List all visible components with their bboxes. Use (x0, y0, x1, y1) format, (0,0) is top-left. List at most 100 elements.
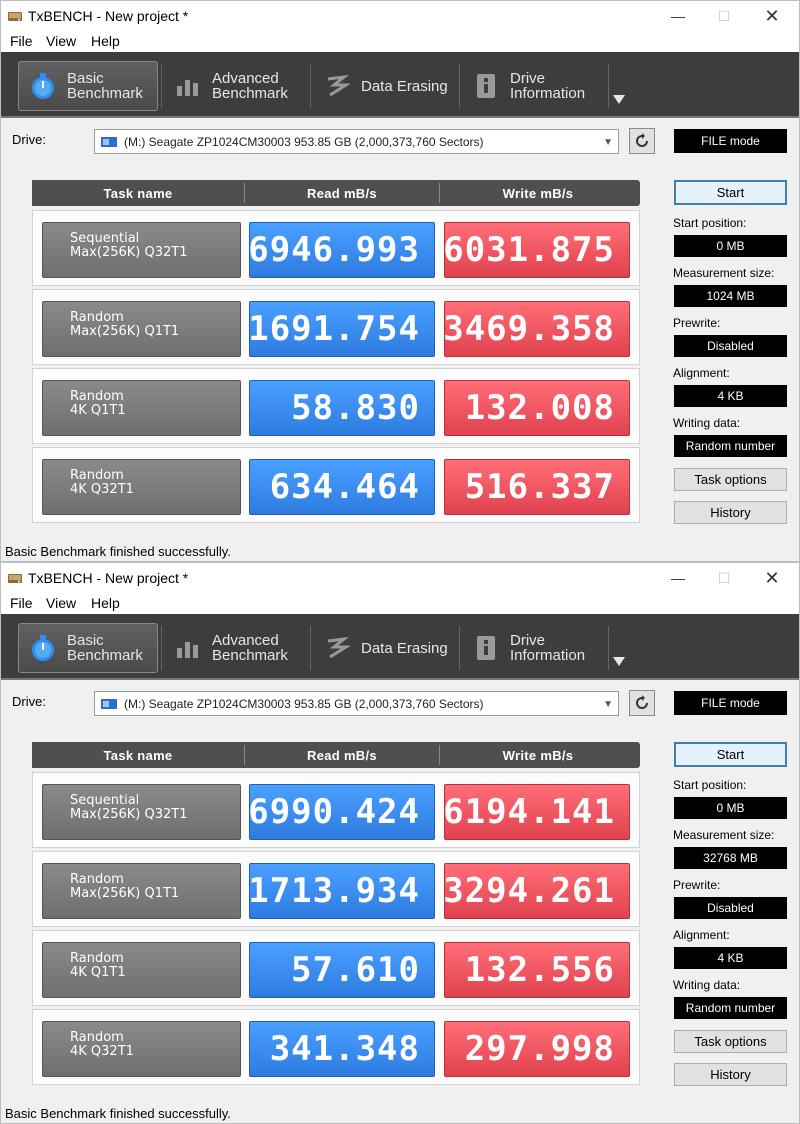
writing-data-value[interactable]: Random number (674, 997, 787, 1019)
tab-drive-information[interactable]: Drive Information (462, 623, 607, 673)
bar-chart-icon (172, 632, 204, 664)
alignment-value[interactable]: 4 KB (674, 947, 787, 969)
main-toolbar: Basic Benchmark Advanced Benchmark Data Er… (1, 52, 799, 118)
task-name-line1: Sequential (70, 793, 140, 808)
tab-drive-line2: Information (510, 85, 586, 102)
maximize-button[interactable]: ☐ (701, 563, 747, 593)
write-value: 132.556 (444, 942, 630, 998)
maximize-button[interactable]: ☐ (701, 1, 747, 31)
measurement-size-value[interactable]: 1024 MB (674, 285, 787, 307)
menu-view[interactable]: View (46, 33, 76, 49)
tab-basic-benchmark[interactable]: Basic Benchmark (18, 623, 158, 673)
history-button[interactable]: History (674, 1063, 787, 1086)
task-name-line1: Sequential (70, 231, 140, 246)
tab-data-erasing[interactable]: Data Erasing (313, 61, 458, 111)
eraser-icon (321, 632, 353, 664)
start-button[interactable]: Start (674, 180, 787, 205)
refresh-button[interactable] (629, 690, 655, 716)
task-name-line1: Random (70, 310, 124, 325)
tab-basic-line2: Benchmark (67, 85, 143, 102)
hdd-icon (101, 136, 117, 147)
drive-label: Drive: (12, 132, 46, 147)
tab-advanced-benchmark[interactable]: Advanced Benchmark (164, 61, 309, 111)
task-button-4k-q1[interactable]: Random 4K Q1T1 (42, 380, 241, 436)
menu-help[interactable]: Help (91, 595, 120, 611)
tab-basic-benchmark[interactable]: Basic Benchmark (18, 61, 158, 111)
task-button-rnd-q1[interactable]: Random Max(256K) Q1T1 (42, 863, 241, 919)
task-button-seq-q32[interactable]: Sequential Max(256K) Q32T1 (42, 222, 241, 278)
task-button-rnd-q1[interactable]: Random Max(256K) Q1T1 (42, 301, 241, 357)
title-bar: TxBENCH - New project * — ☐ ✕ (1, 563, 799, 593)
drive-select[interactable]: (M:) Seagate ZP1024CM30003 953.85 GB (2,… (94, 129, 619, 154)
task-name-line2: 4K Q1T1 (70, 403, 126, 418)
menu-file[interactable]: File (10, 33, 33, 49)
toolbar-divider (459, 626, 460, 670)
alignment-label: Alignment: (673, 928, 730, 942)
start-button[interactable]: Start (674, 742, 787, 767)
write-value: 516.337 (444, 459, 630, 515)
toolbar-divider (310, 64, 311, 108)
hdd-icon (101, 698, 117, 709)
write-value: 6194.141 (443, 784, 630, 840)
read-value: 341.348 (249, 1021, 435, 1077)
menu-view[interactable]: View (46, 595, 76, 611)
task-options-button[interactable]: Task options (674, 468, 787, 491)
refresh-button[interactable] (629, 128, 655, 154)
start-position-value[interactable]: 0 MB (674, 235, 787, 257)
measurement-size-value[interactable]: 32768 MB (674, 847, 787, 869)
task-button-4k-q1[interactable]: Random 4K Q1T1 (42, 942, 241, 998)
window-title: TxBENCH - New project * (28, 8, 189, 24)
alignment-label: Alignment: (673, 366, 730, 380)
tab-drive-information[interactable]: Drive Information (462, 61, 607, 111)
start-position-label: Start position: (673, 216, 747, 230)
measurement-size-label: Measurement size: (673, 828, 775, 842)
task-name-line2: Max(256K) Q1T1 (70, 886, 180, 901)
history-button[interactable]: History (674, 501, 787, 524)
toolbar-divider (608, 64, 609, 108)
prewrite-value[interactable]: Disabled (674, 897, 787, 919)
app-window-2: TxBENCH - New project * — ☐ ✕ File View … (0, 562, 800, 1124)
task-button-seq-q32[interactable]: Sequential Max(256K) Q32T1 (42, 784, 241, 840)
mode-indicator[interactable]: FILE mode (674, 691, 787, 715)
close-button[interactable]: ✕ (749, 1, 795, 31)
triangle-down-icon[interactable] (613, 95, 625, 104)
writing-data-value[interactable]: Random number (674, 435, 787, 457)
drive-select-value: (M:) Seagate ZP1024CM30003 953.85 GB (2,… (124, 134, 484, 149)
triangle-down-icon[interactable] (613, 657, 625, 666)
tab-drive-line2: Information (510, 647, 586, 664)
menu-file[interactable]: File (10, 595, 33, 611)
stopwatch-icon (27, 632, 59, 664)
write-value: 3294.261 (443, 863, 630, 919)
minimize-button[interactable]: — (655, 563, 701, 593)
start-position-label: Start position: (673, 778, 747, 792)
task-options-button[interactable]: Task options (674, 1030, 787, 1053)
task-button-4k-q32[interactable]: Random 4K Q32T1 (42, 459, 241, 515)
tab-advanced-benchmark[interactable]: Advanced Benchmark (164, 623, 309, 673)
header-task-name: Task name (32, 742, 244, 768)
task-name-line2: 4K Q32T1 (70, 482, 134, 497)
tab-data-erasing[interactable]: Data Erasing (313, 623, 458, 673)
toolbar-divider (310, 626, 311, 670)
alignment-value[interactable]: 4 KB (674, 385, 787, 407)
status-bar: Basic Benchmark finished successfully. (1, 543, 799, 561)
menu-help[interactable]: Help (91, 33, 120, 49)
toolbar-divider (161, 64, 162, 108)
prewrite-label: Prewrite: (673, 878, 721, 892)
task-button-4k-q32[interactable]: Random 4K Q32T1 (42, 1021, 241, 1077)
start-position-value[interactable]: 0 MB (674, 797, 787, 819)
read-value: 634.464 (249, 459, 435, 515)
drive-select[interactable]: (M:) Seagate ZP1024CM30003 953.85 GB (2,… (94, 691, 619, 716)
task-name-line2: Max(256K) Q32T1 (70, 245, 188, 260)
tab-advanced-line2: Benchmark (212, 647, 288, 664)
prewrite-value[interactable]: Disabled (674, 335, 787, 357)
close-button[interactable]: ✕ (749, 563, 795, 593)
mode-indicator[interactable]: FILE mode (674, 129, 787, 153)
eraser-icon (321, 70, 353, 102)
minimize-button[interactable]: — (655, 1, 701, 31)
drive-info-icon (470, 632, 502, 664)
stopwatch-icon (27, 70, 59, 102)
tab-erasing-label: Data Erasing (361, 77, 448, 95)
bar-chart-icon (172, 70, 204, 102)
drive-info-icon (470, 70, 502, 102)
read-value: 57.610 (249, 942, 435, 998)
